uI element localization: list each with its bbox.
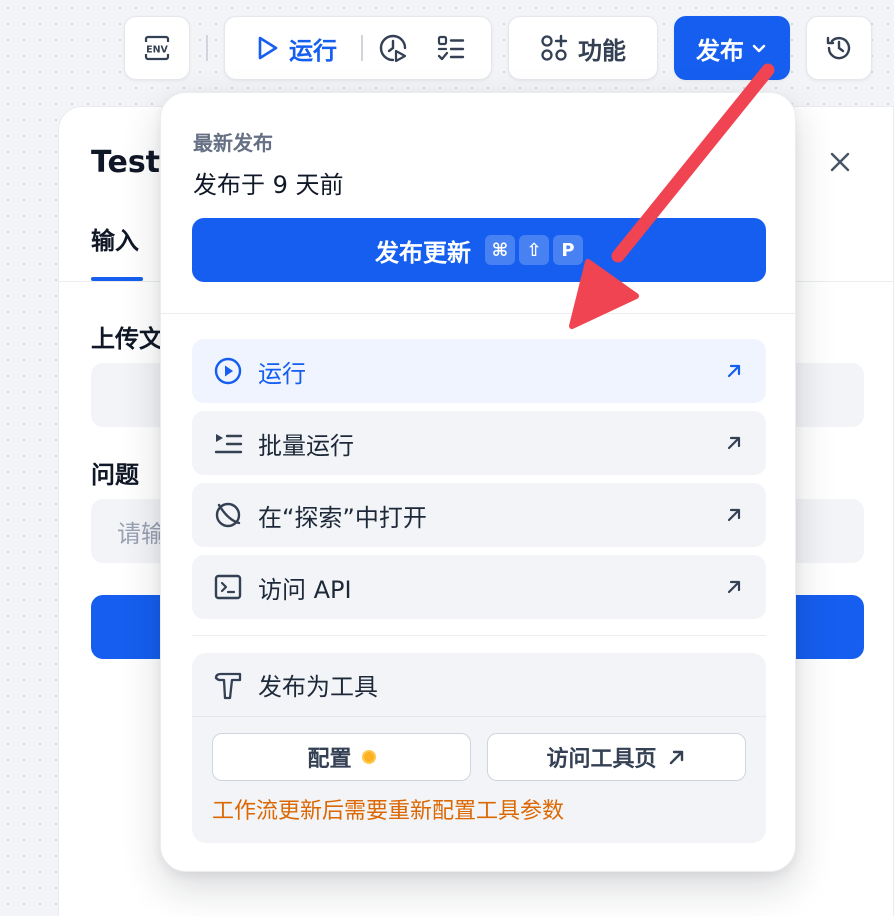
menu-item-batch-run[interactable]: 批量运行	[192, 411, 766, 475]
toolbar-divider	[206, 35, 208, 61]
external-arrow-icon	[669, 750, 683, 765]
publish-update-label: 发布更新	[375, 238, 471, 267]
feature-button[interactable]: 功能	[508, 16, 658, 80]
clock-play-icon	[379, 34, 407, 63]
explore-icon	[212, 499, 244, 531]
publish-update-button[interactable]: 发布更新 ⌘ ⇧ P	[192, 218, 766, 282]
published-time: 发布于 9 天前	[193, 171, 344, 199]
chevron-down-icon	[752, 44, 766, 53]
shortcut-hint: ⌘ ⇧ P	[485, 235, 583, 265]
menu-item-run[interactable]: 运行	[192, 339, 766, 403]
publish-button[interactable]: 发布	[674, 16, 790, 80]
publish-dropdown: 最新发布 发布于 9 天前 发布更新 ⌘ ⇧ P 运行 批量运行 在“探索”中打…	[160, 92, 797, 872]
run-history-button[interactable]	[369, 17, 417, 79]
checklist-icon	[437, 35, 465, 61]
feature-label: 功能	[578, 36, 626, 65]
run-group-divider	[361, 35, 363, 61]
menu-divider	[192, 635, 766, 636]
terminal-icon	[212, 571, 244, 603]
menu-item-label: 访问 API	[258, 575, 352, 604]
tool-config-button[interactable]: 配置	[212, 733, 471, 781]
env-icon: ENV	[144, 35, 170, 61]
menu-item-api[interactable]: 访问 API	[192, 555, 766, 619]
menu-item-label: 在“探索”中打开	[258, 503, 427, 532]
menu-item-explore[interactable]: 在“探索”中打开	[192, 483, 766, 547]
menu-item-label: 批量运行	[258, 431, 354, 460]
external-arrow-icon	[727, 580, 741, 594]
panel-title: Test	[91, 145, 161, 180]
checklist-button[interactable]	[427, 17, 475, 79]
svg-text:ENV: ENV	[146, 45, 168, 56]
p-key: P	[553, 235, 583, 265]
history-icon	[826, 36, 851, 60]
external-arrow-icon	[727, 508, 741, 522]
tool-warning-text: 工作流更新后需要重新配置工具参数	[212, 799, 565, 824]
run-group: 运行	[224, 16, 492, 80]
external-arrow-icon	[727, 364, 741, 378]
menu-divider	[161, 313, 797, 314]
visit-tool-label: 访问工具页	[546, 747, 657, 772]
publish-label: 发布	[696, 36, 744, 65]
visit-tool-page-button[interactable]: 访问工具页	[487, 733, 746, 781]
run-button[interactable]: 运行	[225, 17, 337, 79]
latest-publish-label: 最新发布	[193, 131, 273, 155]
publish-as-tool-card: 发布为工具 配置 访问工具页 工作流更新后需要重新配置工具参数	[192, 653, 766, 843]
play-icon	[258, 36, 278, 60]
tab-input[interactable]: 输入	[91, 221, 139, 256]
close-icon[interactable]	[829, 151, 851, 173]
batch-run-icon	[212, 427, 244, 459]
upload-field-label: 上传文	[91, 325, 163, 353]
menu-item-label: 运行	[258, 359, 306, 388]
hammer-icon	[212, 669, 244, 701]
question-field-label: 问题	[91, 461, 139, 489]
config-label: 配置	[307, 747, 352, 772]
publish-as-tool-label: 发布为工具	[258, 673, 378, 701]
version-history-button[interactable]	[806, 16, 872, 80]
play-circle-icon	[212, 355, 244, 387]
publish-as-tool-header[interactable]: 发布为工具	[192, 653, 766, 717]
run-label: 运行	[289, 36, 337, 65]
cmd-key: ⌘	[485, 235, 515, 265]
question-placeholder: 请输	[117, 519, 165, 548]
external-arrow-icon	[727, 436, 741, 450]
shift-key: ⇧	[519, 235, 549, 265]
warning-dot	[361, 750, 376, 764]
env-button[interactable]: ENV	[124, 16, 190, 80]
feature-grid-icon	[541, 34, 568, 61]
